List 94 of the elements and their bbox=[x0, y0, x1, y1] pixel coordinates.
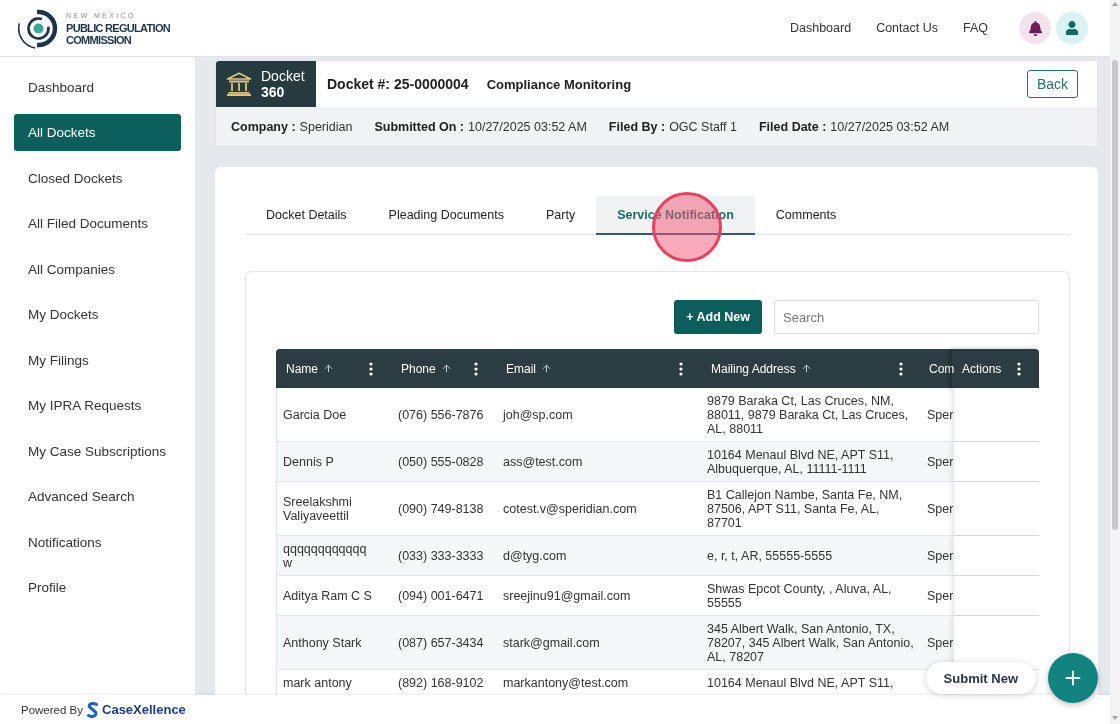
meta-value: Speridian bbox=[299, 119, 353, 134]
kebab-menu-icon[interactable] bbox=[474, 361, 478, 376]
sidebar-item[interactable]: Profile bbox=[14, 569, 181, 606]
table-cell-text: qqqqqqqqqqqqw bbox=[282, 541, 368, 572]
sidebar-item[interactable]: Dashboard bbox=[14, 68, 181, 106]
brand-name: CaseXellence bbox=[102, 702, 186, 717]
table-cell-text: Sper bbox=[926, 407, 953, 424]
table-cell-text: (033) 333-3333 bbox=[397, 548, 485, 565]
powered-by-text: Powered By bbox=[21, 703, 83, 716]
badge-number: 360 bbox=[261, 84, 286, 100]
column-header: Com bbox=[929, 361, 955, 376]
table-cell-text: B1 Callejon Nambe, Santa Fe, NM, 87506, APT S11, Santa Fe, AL, 87701 bbox=[706, 487, 904, 532]
table-cell-text: Shwas Epcot County, , Aluva, AL, 55555 bbox=[706, 581, 893, 612]
docket-type: Compliance Monitoring bbox=[486, 76, 632, 92]
meta-value: 10/27/2025 03:52 AM bbox=[830, 119, 950, 134]
table-cell-text: joh@sp.com bbox=[501, 407, 574, 424]
table-cell-text: Sper bbox=[926, 635, 953, 652]
column-header[interactable]: Email bbox=[506, 361, 536, 376]
brand-logo-icon bbox=[87, 701, 98, 718]
table-cell-text: Aditya Ram C S bbox=[282, 588, 373, 605]
table-cell-text: (076) 556-7876 bbox=[397, 407, 485, 424]
sort-arrow-icon[interactable] bbox=[323, 363, 334, 374]
table-cell-text: 10164 Menaul Blvd NE, APT S11, Albuquerque, AL, 11111-1111 bbox=[706, 447, 895, 478]
table-cell-text: (050) 555-0828 bbox=[397, 454, 485, 471]
kebab-menu-icon[interactable] bbox=[369, 361, 373, 376]
notifications-button[interactable] bbox=[1019, 12, 1051, 44]
meta-label: Company : bbox=[231, 119, 296, 134]
table-cell-text: Sper bbox=[926, 501, 953, 518]
table-cell-text: 345 Albert Walk, San Antonio, TX, 78207, 345 Albert Walk, San Antonio, AL, 78207 bbox=[706, 621, 915, 666]
table-cell-text: d@tyg.com bbox=[502, 548, 568, 565]
meta-label: Submitted On : bbox=[374, 119, 464, 134]
tab[interactable]: Comments bbox=[754, 196, 858, 235]
building-columns-icon bbox=[226, 72, 252, 96]
table-cell-text: (087) 657-3434 bbox=[397, 635, 485, 652]
sidebar-item[interactable]: Advanced Search bbox=[14, 478, 181, 515]
sort-arrow-icon[interactable] bbox=[800, 363, 812, 374]
column-header[interactable]: Name bbox=[286, 361, 318, 376]
add-new-button[interactable]: + Add New bbox=[674, 300, 762, 334]
sidebar-item[interactable]: Notifications bbox=[14, 523, 181, 561]
table-cell-text: (090) 749-8138 bbox=[397, 501, 485, 518]
profile-button[interactable] bbox=[1056, 12, 1088, 44]
table-cell-text: Garcia Doe bbox=[282, 407, 348, 424]
meta-label: Filed By : bbox=[608, 119, 666, 134]
column-header[interactable]: Mailing Address bbox=[711, 361, 796, 376]
table-cell-text: (892) 168-9102 bbox=[397, 675, 485, 692]
sidebar-item[interactable]: All Companies bbox=[14, 250, 181, 288]
badge-title: Docket bbox=[261, 68, 305, 84]
tab[interactable]: Pleading Documents bbox=[367, 196, 525, 235]
sidebar-item[interactable]: My Dockets bbox=[14, 296, 181, 333]
docket-number: Docket #: 25-0000004 bbox=[327, 76, 469, 92]
sidebar-item[interactable]: All Dockets bbox=[14, 114, 181, 151]
table-cell-text: e, r, t, AR, 55555-5555 bbox=[706, 548, 834, 565]
nav-link[interactable]: Dashboard bbox=[790, 21, 852, 35]
table-cell-text: ass@test.com bbox=[502, 454, 584, 471]
sort-arrow-icon[interactable] bbox=[541, 363, 552, 374]
table-cell-text: (094) 001-6471 bbox=[397, 588, 485, 605]
logo-title: PUBLIC REGULATION bbox=[66, 21, 170, 34]
table-cell-text: sreejinu91@gmail.com bbox=[502, 588, 632, 605]
sidebar-item[interactable]: My IPRA Requests bbox=[14, 387, 181, 424]
user-icon bbox=[1065, 21, 1079, 35]
table-cell-text: Sper bbox=[926, 588, 953, 605]
sidebar-item[interactable]: All Filed Documents bbox=[14, 205, 181, 242]
kebab-menu-icon[interactable] bbox=[899, 361, 903, 376]
meta-label: Filed Date : bbox=[759, 119, 827, 134]
table-cell-text: cotest.v@speridian.com bbox=[502, 501, 638, 518]
nav-link[interactable]: Contact Us bbox=[876, 21, 938, 35]
table-cell-text: markantony@test.com bbox=[502, 675, 630, 692]
sidebar-item[interactable]: My Case Subscriptions bbox=[14, 432, 181, 470]
column-header[interactable]: Phone bbox=[401, 361, 436, 376]
column-header: Actions bbox=[962, 361, 1002, 376]
table-cell-text: mark antony bbox=[282, 675, 353, 692]
tab[interactable]: Party bbox=[524, 196, 597, 235]
table-cell-text: 9879 Baraka Ct, Las Cruces, NM, 88011, 9879 Baraka Ct, Las Cruces, AL, 88011 bbox=[706, 393, 910, 438]
bell-icon bbox=[1027, 20, 1043, 36]
meta-value: 10/27/2025 03:52 AM bbox=[468, 119, 587, 134]
meta-value: OGC Staff 1 bbox=[669, 119, 737, 134]
sort-arrow-icon[interactable] bbox=[440, 363, 452, 374]
table-cell-text: Dennis P bbox=[282, 454, 335, 471]
table-cell-text: Anthony Stark bbox=[282, 635, 363, 652]
sidebar-item[interactable]: Closed Dockets bbox=[14, 159, 181, 197]
table-cell-text: Sreelakshmi Valiyaveettil bbox=[282, 494, 353, 525]
table-cell-text: stark@gmail.com bbox=[502, 635, 601, 652]
table-cell-text: Sper bbox=[926, 548, 953, 565]
tab[interactable]: Docket Details bbox=[245, 196, 368, 235]
logo-title: COMMISSION bbox=[66, 33, 133, 46]
table-cell-text: 10164 Menaul Blvd NE, APT S11, bbox=[706, 675, 895, 692]
nav-link[interactable]: FAQ bbox=[963, 21, 988, 35]
back-button[interactable]: Back bbox=[1026, 70, 1078, 98]
kebab-menu-icon[interactable] bbox=[679, 361, 683, 376]
table-cell-text: Sper bbox=[926, 454, 953, 471]
sidebar-item[interactable]: My Filings bbox=[14, 341, 181, 379]
kebab-menu-icon[interactable] bbox=[1017, 361, 1021, 376]
search-field[interactable]: Search bbox=[774, 300, 1039, 334]
submit-new-button[interactable]: Submit New bbox=[925, 662, 1036, 694]
